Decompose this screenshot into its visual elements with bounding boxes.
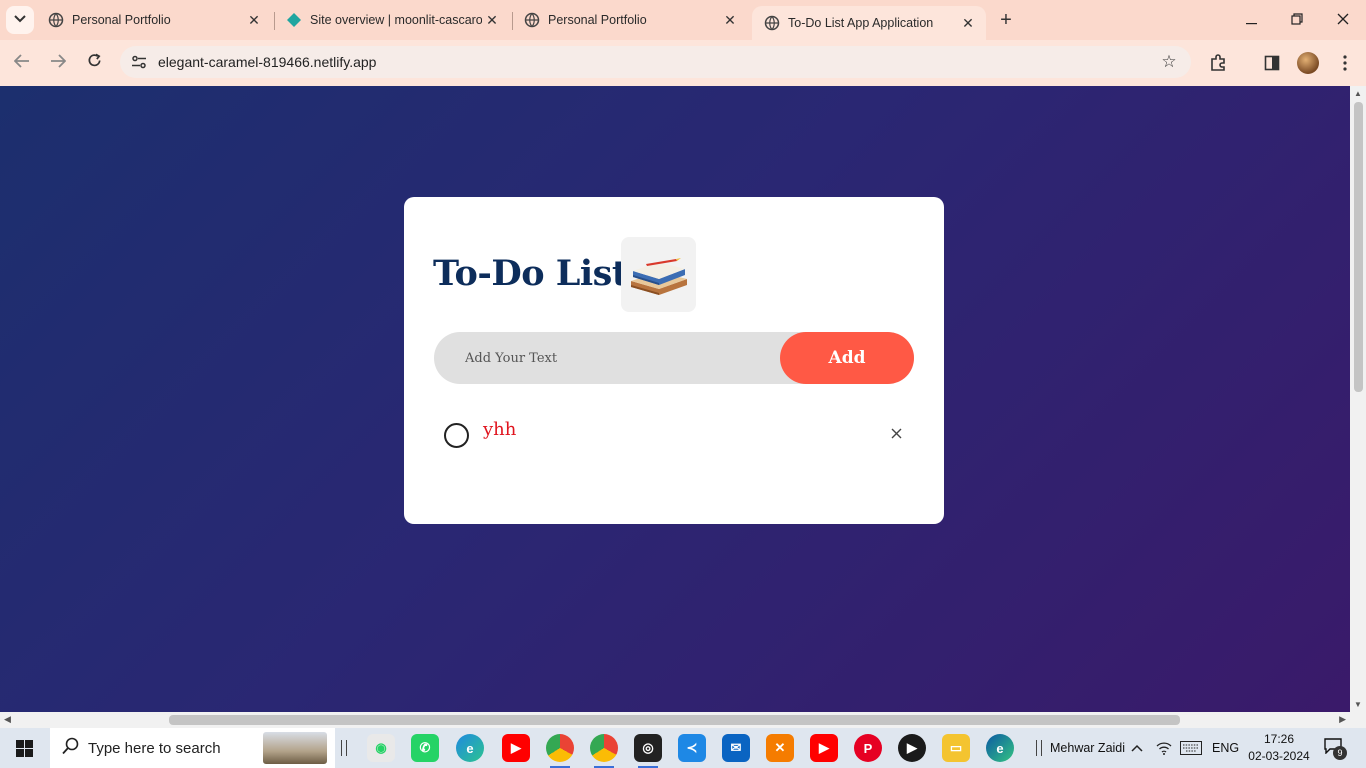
new-tab-button[interactable]: +	[994, 8, 1018, 32]
vertical-scrollbar[interactable]: ▲ ▼	[1350, 86, 1366, 712]
arrow-left-icon	[13, 53, 30, 73]
site-info-icon[interactable]	[128, 51, 150, 73]
task-text: yhh	[483, 419, 517, 440]
todo-card: To-Do List Add yhh	[404, 197, 944, 524]
horizontal-scrollbar[interactable]: ◀ ▶	[0, 712, 1350, 728]
chevron-down-icon	[14, 14, 26, 26]
browser-toolbar: elegant-caramel-819466.netlify.app ☆	[0, 40, 1366, 86]
tab-site-overview[interactable]: Site overview | moonlit-cascaron ✕	[274, 0, 510, 40]
windows-taskbar: Type here to search ◉ ✆ e ▶ ◎ ≺ ✉ ✕ ▶ P …	[0, 728, 1366, 768]
minimize-button[interactable]	[1228, 0, 1274, 40]
tab-title: Personal Portfolio	[72, 13, 171, 27]
notification-center-icon[interactable]: 9	[1324, 738, 1347, 760]
user-name: Mehwar Zaidi	[1050, 741, 1126, 755]
youtube-icon[interactable]: ▶	[502, 734, 530, 762]
keyboard-icon[interactable]	[1180, 728, 1202, 768]
netlify-icon	[286, 12, 302, 28]
horizontal-scroll-thumb[interactable]	[169, 715, 1180, 725]
language-indicator[interactable]: ENG	[1212, 728, 1239, 768]
input-row: Add	[434, 332, 914, 384]
restore-button[interactable]	[1274, 0, 1320, 40]
vertical-scroll-thumb[interactable]	[1354, 102, 1363, 392]
vscode-icon[interactable]: ≺	[678, 734, 706, 762]
pinterest-icon[interactable]: P	[854, 734, 882, 762]
globe-icon	[48, 12, 64, 28]
tab-search-button[interactable]	[6, 6, 34, 34]
todo-input[interactable]	[434, 332, 784, 384]
profile-avatar[interactable]	[1297, 52, 1319, 74]
tab-personal-portfolio-1[interactable]: Personal Portfolio ✕	[36, 0, 272, 40]
extensions-icon[interactable]	[1207, 52, 1229, 74]
arrow-right-icon	[50, 53, 67, 73]
chevron-up-icon	[1131, 741, 1143, 755]
task-item[interactable]: yhh	[444, 419, 914, 449]
clock-date: 02-03-2024	[1248, 749, 1310, 763]
add-button[interactable]: Add	[780, 332, 914, 384]
books-icon	[621, 237, 696, 312]
plus-icon: +	[1000, 8, 1012, 31]
youtube-alt-icon[interactable]: ▶	[810, 734, 838, 762]
tab-strip: Personal Portfolio ✕ Site overview | moo…	[0, 0, 1366, 40]
delete-task-icon[interactable]	[886, 423, 906, 443]
media-player-icon[interactable]: ▶	[898, 734, 926, 762]
taskbar-user[interactable]: Mehwar Zaidi	[1036, 728, 1125, 768]
reload-icon	[87, 53, 102, 73]
tab-todo-list-app[interactable]: To-Do List App Application ✕	[752, 6, 986, 40]
close-window-button[interactable]	[1320, 0, 1366, 40]
tab-personal-portfolio-2[interactable]: Personal Portfolio ✕	[512, 0, 748, 40]
page-viewport: To-Do List Add yhh	[0, 86, 1350, 712]
show-hidden-icons-button[interactable]	[1131, 728, 1143, 768]
scroll-down-icon[interactable]: ▼	[1354, 700, 1362, 709]
scroll-up-icon[interactable]: ▲	[1354, 89, 1362, 98]
start-button[interactable]	[0, 728, 48, 768]
close-icon	[1337, 12, 1349, 28]
close-icon[interactable]: ✕	[244, 10, 264, 30]
wifi-icon[interactable]	[1156, 728, 1172, 768]
menu-kebab-icon[interactable]	[1334, 52, 1356, 74]
globe-icon	[524, 12, 540, 28]
notification-count: 9	[1333, 746, 1347, 760]
clock-time: 17:26	[1263, 732, 1295, 746]
edge-beta-icon[interactable]: e	[456, 734, 484, 762]
taskbar-search-placeholder: Type here to search	[88, 739, 221, 757]
minimize-icon	[1245, 12, 1257, 28]
scrollbar-corner	[1350, 712, 1366, 728]
close-icon[interactable]: ✕	[720, 10, 740, 30]
xampp-icon[interactable]: ✕	[766, 734, 794, 762]
chrome-alt-icon[interactable]	[590, 734, 618, 768]
close-icon[interactable]: ✕	[958, 13, 978, 33]
whatsapp-alt-icon[interactable]: ◉	[367, 734, 395, 762]
search-highlight-image	[263, 732, 327, 764]
close-icon[interactable]: ✕	[482, 10, 502, 30]
globe-icon	[764, 15, 780, 31]
taskbar-search[interactable]: Type here to search	[50, 728, 335, 768]
back-button[interactable]	[8, 50, 36, 76]
file-explorer-icon[interactable]: ▭	[942, 734, 970, 762]
forward-button[interactable]	[44, 50, 72, 76]
scroll-right-icon[interactable]: ▶	[1339, 714, 1346, 725]
unchecked-circle-icon[interactable]	[444, 423, 469, 448]
tab-title: Personal Portfolio	[548, 13, 647, 27]
edge-icon[interactable]: e	[986, 734, 1014, 762]
taskbar-clock[interactable]: 17:26 02-03-2024	[1246, 731, 1312, 765]
chrome-icon[interactable]	[546, 734, 574, 768]
bookmark-star-icon[interactable]: ☆	[1157, 50, 1181, 74]
tab-title: Site overview | moonlit-cascaron	[310, 13, 482, 27]
tab-title: To-Do List App Application	[788, 16, 934, 30]
scroll-left-icon[interactable]: ◀	[4, 714, 11, 725]
page-title: To-Do List	[433, 253, 628, 294]
restore-icon	[1291, 12, 1303, 28]
reload-button[interactable]	[80, 50, 108, 76]
language-text: ENG	[1212, 741, 1240, 755]
divider-icon	[1036, 740, 1042, 756]
side-panel-icon[interactable]	[1261, 52, 1283, 74]
camera-app-icon[interactable]: ◎	[634, 734, 662, 768]
address-bar[interactable]: elegant-caramel-819466.netlify.app ☆	[120, 46, 1191, 78]
whatsapp-icon[interactable]: ✆	[411, 734, 439, 762]
task-view-icon[interactable]	[341, 740, 347, 756]
url-text: elegant-caramel-819466.netlify.app	[158, 54, 377, 70]
search-icon	[62, 737, 82, 760]
windows-logo-icon	[15, 739, 33, 757]
mail-icon[interactable]: ✉	[722, 734, 750, 762]
